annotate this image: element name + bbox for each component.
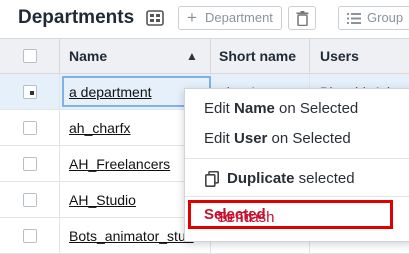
row-checkbox[interactable]	[23, 193, 37, 207]
column-header-users[interactable]: Users	[320, 39, 359, 73]
delete-button[interactable]	[288, 6, 316, 30]
menu-item-duplicate[interactable]: Duplicate selected	[227, 170, 355, 187]
duplicate-icon	[205, 171, 219, 187]
page-title: Departments	[18, 7, 135, 28]
menu-divider	[185, 196, 409, 197]
sort-ascending-icon[interactable]: ▲	[186, 39, 198, 73]
select-all-checkbox[interactable]	[23, 49, 37, 63]
list-icon	[347, 13, 361, 24]
department-name-link[interactable]: ah_charfx	[69, 110, 130, 146]
menu-item-edit-name[interactable]: Edit Name on Selected	[204, 100, 358, 117]
column-header-name[interactable]: Name	[69, 39, 107, 73]
menu-item-edit-user[interactable]: Edit User on Selected	[204, 130, 351, 147]
context-menu: Edit Name on Selected Edit User on Selec…	[184, 88, 409, 242]
add-department-button[interactable]: + Department	[178, 6, 282, 30]
column-header-short-name[interactable]: Short name	[219, 39, 296, 73]
toolbar: Departments + Department Group	[0, 0, 409, 38]
grid-view-icon[interactable]	[146, 10, 164, 26]
department-name-link[interactable]: Bots_animator_stud	[69, 218, 194, 254]
group-label: Group	[367, 10, 404, 25]
selected-indicator	[30, 91, 34, 95]
plus-icon: +	[187, 8, 197, 27]
add-department-label: Department	[205, 10, 273, 25]
menu-divider	[185, 158, 409, 159]
table-header: Name ▲ Short name Users	[0, 38, 409, 74]
department-name-link[interactable]: AH_Studio	[69, 182, 136, 218]
group-button[interactable]: Group	[338, 6, 409, 30]
row-checkbox[interactable]	[23, 121, 37, 135]
menu-item-send-to-trash[interactable]: Send Selected To Trash	[188, 200, 393, 229]
department-name-link[interactable]: AH_Freelancers	[69, 146, 170, 182]
row-checkbox[interactable]	[23, 229, 37, 243]
trash-icon	[296, 11, 309, 26]
row-checkbox[interactable]	[23, 157, 37, 171]
